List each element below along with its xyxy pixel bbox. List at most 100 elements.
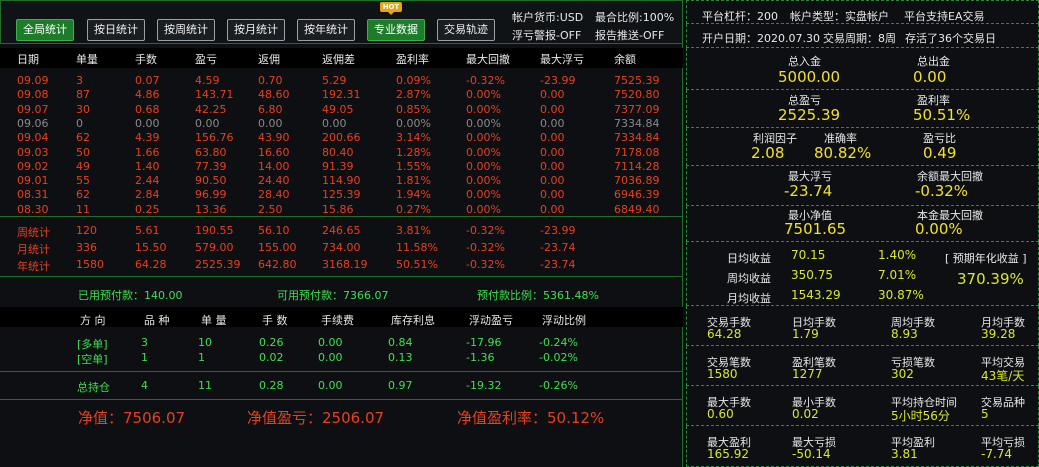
column-header: 最大浮亏 bbox=[540, 53, 584, 66]
table-cell: 200.66 bbox=[322, 131, 361, 145]
deposit-box: 总入金 5000.00 总出金 0.00 bbox=[686, 48, 1039, 90]
table-cell: 7114.28 bbox=[614, 159, 660, 173]
trade-stats-row: 最大手数 0.60 最小手数 0.02 平均持仓时间 5小时56分 交易品种 5 bbox=[686, 386, 1039, 426]
stat-value: 0.60 bbox=[707, 407, 734, 421]
hot-badge: HOT bbox=[380, 2, 402, 15]
daily-income-value: 70.15 bbox=[791, 248, 826, 262]
position-column-header: 品 种 bbox=[144, 314, 170, 327]
stat-value: 5 bbox=[981, 407, 989, 421]
summary-cell: 64.28 bbox=[135, 258, 167, 271]
stat-value: 302 bbox=[891, 367, 914, 381]
table-cell: 09.02 bbox=[17, 159, 49, 173]
table-cell: -0.32% bbox=[466, 74, 505, 87]
table-cell: 6.80 bbox=[258, 102, 283, 116]
table-cell: 0.09% bbox=[396, 74, 431, 87]
summary-cell: 579.00 bbox=[195, 241, 234, 254]
position-total-cell: 0.00 bbox=[318, 379, 343, 392]
summary-cell: 年统计 bbox=[17, 260, 50, 273]
table-cell: 4.59 bbox=[195, 74, 220, 87]
table-cell: 0.07 bbox=[135, 74, 160, 87]
table-cell: 1.66 bbox=[135, 145, 160, 159]
table-cell: 0.27% bbox=[396, 202, 431, 216]
table-cell: -23.99 bbox=[540, 74, 576, 87]
position-cell: 0.13 bbox=[388, 351, 413, 364]
summary-cell: 5.61 bbox=[135, 224, 160, 237]
summary-cell: 3.81% bbox=[396, 224, 431, 237]
stat-value: 5小时56分 bbox=[891, 409, 950, 423]
table-cell: 7334.84 bbox=[614, 116, 660, 130]
position-cell: 0.00 bbox=[318, 351, 343, 364]
equity-box: 最小净值 7501.65 本金最大回撤 0.00% bbox=[686, 206, 1039, 242]
float-loss-alert[interactable]: 浮亏警报-OFF bbox=[512, 27, 581, 43]
tab-trade-trace[interactable]: 交易轨迹 bbox=[437, 19, 495, 41]
table-cell: 43.90 bbox=[258, 131, 290, 145]
position-cell: 10 bbox=[198, 336, 212, 349]
position-column-header: 手续费 bbox=[321, 314, 354, 327]
max-float-loss-value: -23.74 bbox=[784, 182, 833, 200]
position-cell: -17.96 bbox=[466, 336, 502, 349]
tab-monthly-stats[interactable]: 按月统计 bbox=[227, 19, 285, 41]
table-cell: 0.00% bbox=[466, 116, 501, 130]
alive-days: 存活了36个交易日 bbox=[905, 32, 996, 45]
report-push[interactable]: 报告推送-OFF bbox=[595, 27, 664, 43]
table-cell: 15.86 bbox=[322, 202, 354, 216]
tab-yearly-stats[interactable]: 按年统计 bbox=[297, 19, 355, 41]
position-cell: -0.24% bbox=[539, 336, 578, 349]
tab-global-stats[interactable]: 全局统计 bbox=[16, 19, 74, 41]
table-cell: 0.00 bbox=[540, 202, 565, 216]
accuracy-value: 80.82% bbox=[814, 144, 872, 162]
summary-cell: 336 bbox=[76, 241, 97, 254]
table-cell: 114.90 bbox=[322, 174, 361, 188]
table-cell: 30 bbox=[76, 102, 90, 116]
position-cell: 0.26 bbox=[259, 336, 284, 349]
position-cell: [空单] bbox=[77, 353, 108, 366]
stat-value: 1.79 bbox=[792, 327, 819, 341]
summary-cell: -23.74 bbox=[540, 258, 576, 271]
table-cell: 09.07 bbox=[17, 102, 49, 116]
account-currency: 帐户货币:USD bbox=[512, 11, 584, 24]
table-cell: 14.00 bbox=[258, 159, 290, 173]
table-cell: 4.86 bbox=[135, 88, 160, 102]
table-cell: 1.55% bbox=[396, 159, 431, 173]
account-info: 开户日期：2020.07.30 交易周期：8周 存活了36个交易日 bbox=[686, 24, 1039, 48]
position-cell: 1 bbox=[141, 351, 148, 364]
monthly-income-value: 1543.29 bbox=[791, 288, 841, 302]
table-cell: 08.31 bbox=[17, 188, 49, 202]
column-header: 返佣 bbox=[258, 53, 280, 66]
position-total-cell: 11 bbox=[198, 379, 212, 392]
drawdown-box: 最大浮亏 -23.74 余额最大回撤 -0.32% bbox=[686, 166, 1039, 206]
trade-stats-row: 交易笔数 1580 盈利笔数 1277 亏损笔数 302 平均交易 43笔/天 bbox=[686, 346, 1039, 386]
table-cell: 09.06 bbox=[17, 116, 49, 130]
column-header: 返佣差 bbox=[322, 53, 355, 66]
platform-info: 平台杠杆：200 帐户类型：实盘帐户 平台支持EA交易 bbox=[686, 0, 1039, 24]
table-cell: 0.00% bbox=[466, 202, 501, 216]
total-deposit-label: 总入金 bbox=[788, 55, 821, 68]
total-pnl-value: 2525.39 bbox=[778, 106, 841, 124]
position-total-cell: 4 bbox=[141, 379, 148, 392]
table-cell: 49.05 bbox=[322, 102, 354, 116]
trade-stats-row: 交易手数 64.28 日均手数 1.79 周均手数 8.93 月均手数 39.28 bbox=[686, 306, 1039, 346]
table-cell: 0.00 bbox=[540, 88, 565, 102]
table-cell: 16.60 bbox=[258, 145, 290, 159]
stat-value: 1277 bbox=[792, 367, 823, 381]
trade-period: 交易周期：8周 bbox=[823, 32, 896, 45]
weekly-income-value: 350.75 bbox=[791, 268, 833, 282]
free-margin: 可用预付款：7366.07 bbox=[277, 289, 389, 302]
table-cell: 87 bbox=[76, 88, 90, 102]
table-cell: 156.76 bbox=[195, 131, 234, 145]
tab-weekly-stats[interactable]: 按周统计 bbox=[157, 19, 215, 41]
tab-pro-data[interactable]: 专业数据 bbox=[367, 19, 425, 41]
table-cell: 1.94% bbox=[396, 188, 431, 202]
pl-ratio-value: 0.49 bbox=[923, 144, 957, 162]
position-cell: 0.02 bbox=[259, 351, 284, 364]
trade-stats-row: 最大盈利 165.92 最大亏损 -50.14 平均盈利 3.81 平均亏损 -7.74 bbox=[686, 426, 1039, 467]
pnl-box: 总盈亏 2525.39 盈利率 50.51% bbox=[686, 90, 1039, 128]
summary-cell: 50.51% bbox=[396, 258, 438, 271]
table-cell: 7525.39 bbox=[614, 74, 660, 87]
tab-daily-stats[interactable]: 按日统计 bbox=[87, 19, 145, 41]
table-cell: 80.40 bbox=[322, 145, 354, 159]
platform-leverage: 平台杠杆：200 bbox=[702, 10, 778, 23]
table-cell: 96.99 bbox=[195, 188, 227, 202]
table-cell: 0.00 bbox=[540, 188, 565, 202]
summary-cell: 周统计 bbox=[17, 226, 50, 239]
